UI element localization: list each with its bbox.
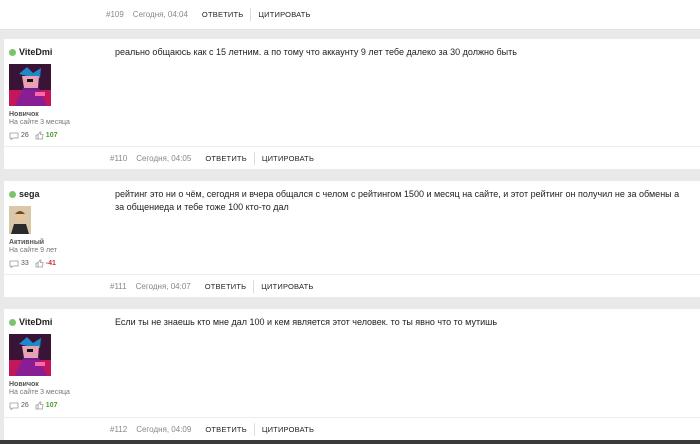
post-footer: #111 Сегодня, 04:07 ОТВЕТИТЬ ЦИТИРОВАТЬ: [4, 274, 700, 297]
bottom-bar: [0, 440, 700, 444]
comment-icon: [9, 260, 19, 268]
online-status-icon: [9, 48, 16, 56]
user-rank: Активный: [9, 239, 45, 246]
username[interactable]: ViteDmi: [19, 317, 52, 327]
comments-count: 33: [21, 260, 29, 267]
comments-count: 26: [21, 402, 29, 409]
post-time: Сегодня, 04:04: [132, 10, 188, 19]
quote-button[interactable]: ЦИТИРОВАТЬ: [251, 10, 317, 19]
post-number[interactable]: #111: [110, 282, 127, 291]
member-since: На сайте 3 месяца: [9, 389, 70, 396]
post-author: ViteDmi Новичок На сайте 3 месяца 26 107: [9, 316, 99, 410]
reply-button[interactable]: ОТВЕТИТЬ: [198, 154, 254, 163]
thumbs-up-icon: [35, 259, 44, 268]
member-since: На сайте 9 лет: [9, 247, 57, 254]
comments-count: 26: [21, 132, 29, 139]
rating-value: -41: [45, 260, 56, 267]
member-since: На сайте 3 месяца: [9, 119, 70, 126]
post-author: sega Активный На сайте 9 лет 33 -41: [9, 188, 99, 268]
post-message: реально общаюсь как с 15 летним. а по то…: [115, 47, 517, 57]
user-rank: Новичок: [9, 111, 39, 118]
reply-button[interactable]: ОТВЕТИТЬ: [198, 282, 254, 291]
quote-button[interactable]: ЦИТИРОВАТЬ: [255, 154, 321, 163]
post-time: Сегодня, 04:09: [136, 424, 192, 434]
rating-value: 107: [45, 402, 58, 409]
username[interactable]: sega: [19, 189, 40, 199]
online-status-icon: [9, 190, 16, 198]
quote-button[interactable]: ЦИТИРОВАТЬ: [254, 282, 320, 291]
post-footer: #110 Сегодня, 04:05 ОТВЕТИТЬ ЦИТИРОВАТЬ: [4, 146, 700, 169]
post-footer-109: #109 Сегодня, 04:04 ОТВЕТИТЬ ЦИТИРОВАТЬ: [0, 0, 700, 30]
post-footer: #112 Сегодня, 04:09 ОТВЕТИТЬ ЦИТИРОВАТЬ: [4, 417, 700, 440]
post-number[interactable]: #109: [106, 10, 124, 19]
user-stats: 33 -41: [9, 259, 99, 268]
rating-value: 107: [45, 132, 58, 139]
post-number[interactable]: #112: [110, 425, 127, 434]
post-time: Сегодня, 04:05: [136, 153, 192, 163]
post-message: рейтинг это ни о чём, сегодня и вчера об…: [115, 189, 680, 212]
forum-post: ViteDmi Новичок На сайте 3 месяца 26 107…: [4, 39, 700, 169]
forum-post: sega Активный На сайте 9 лет 33 -41 рейт…: [4, 181, 700, 297]
user-stats: 26 107: [9, 401, 99, 410]
reply-button[interactable]: ОТВЕТИТЬ: [195, 10, 251, 19]
online-status-icon: [9, 318, 16, 326]
user-stats: 26 107: [9, 131, 99, 140]
post-message: Если ты не знаешь кто мне дал 100 и кем …: [115, 317, 498, 327]
reply-button[interactable]: ОТВЕТИТЬ: [198, 425, 254, 434]
quote-button[interactable]: ЦИТИРОВАТЬ: [255, 425, 321, 434]
post-footer: #109 Сегодня, 04:04 ОТВЕТИТЬ ЦИТИРОВАТЬ: [0, 0, 700, 29]
user-rank: Новичок: [9, 381, 39, 388]
comment-icon: [9, 132, 19, 140]
thumbs-up-icon: [35, 401, 44, 410]
thumbs-up-icon: [35, 131, 44, 140]
post-number[interactable]: #110: [110, 154, 127, 163]
avatar[interactable]: [9, 206, 31, 234]
post-author: ViteDmi Новичок На сайте 3 месяца 26 107: [9, 46, 99, 140]
username[interactable]: ViteDmi: [19, 47, 52, 57]
comment-icon: [9, 402, 19, 410]
post-time: Сегодня, 04:07: [135, 281, 191, 291]
forum-post: ViteDmi Новичок На сайте 3 месяца 26 107…: [4, 309, 700, 440]
avatar[interactable]: [9, 64, 51, 106]
avatar[interactable]: [9, 334, 51, 376]
